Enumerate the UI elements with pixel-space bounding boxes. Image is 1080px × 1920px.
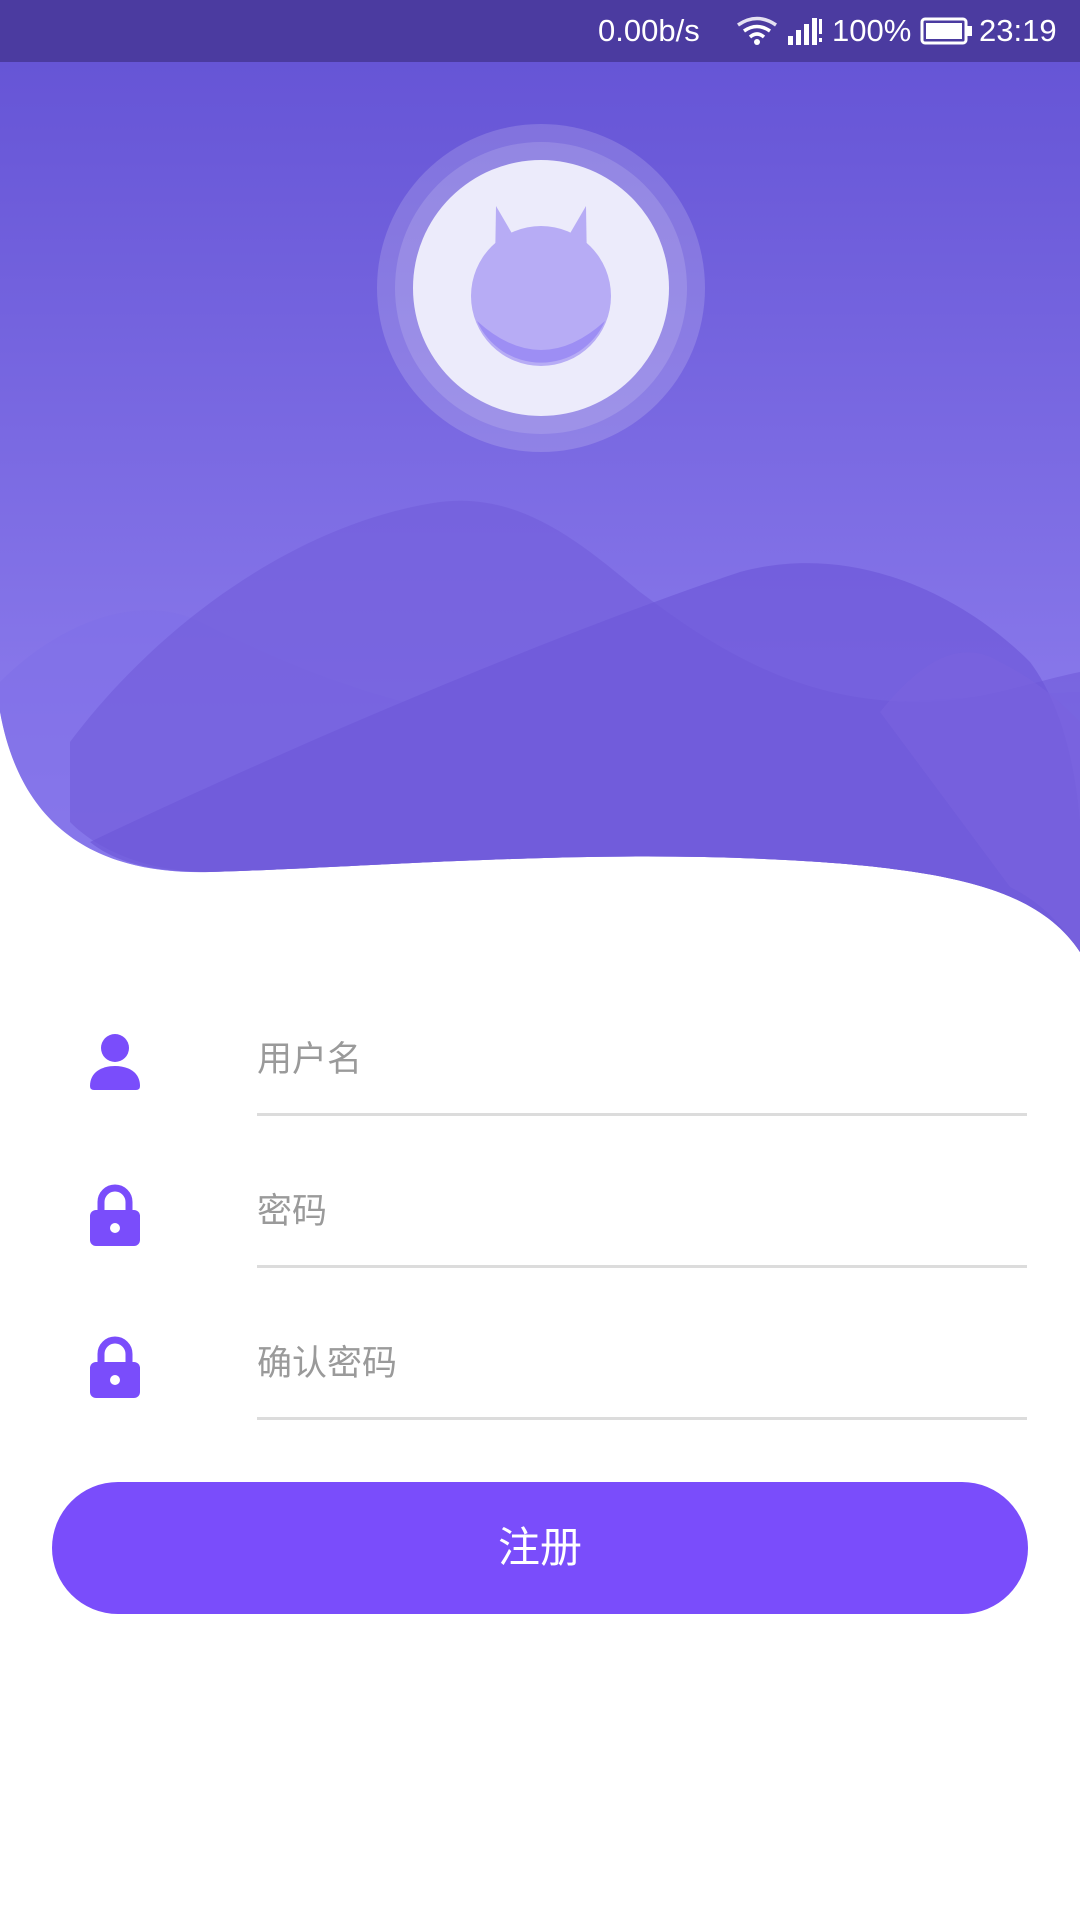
password-row — [0, 1152, 1080, 1272]
wifi-icon — [737, 16, 777, 45]
battery-percent: 100% — [832, 13, 912, 48]
confirm-password-input[interactable] — [257, 1324, 1027, 1404]
username-input[interactable] — [257, 1020, 1027, 1100]
username-underline — [257, 1113, 1027, 1116]
person-icon — [90, 1034, 140, 1090]
battery-full-icon — [920, 17, 972, 45]
cellular-signal-icon — [788, 18, 822, 45]
password-underline — [257, 1265, 1027, 1268]
lock-icon — [90, 1336, 140, 1398]
password-input[interactable] — [257, 1172, 1027, 1252]
lock-icon — [90, 1184, 140, 1246]
clock-time: 23:19 — [979, 13, 1057, 48]
network-speed: 0.00b/s — [598, 13, 700, 48]
confirm-password-row — [0, 1304, 1080, 1424]
status-bar: 0.00b/s 100% 23:19 — [0, 0, 1080, 62]
register-button[interactable]: 注册 — [52, 1482, 1028, 1614]
cat-head-logo-icon — [377, 124, 705, 452]
username-row — [0, 1000, 1080, 1120]
confirm-password-underline — [257, 1417, 1027, 1420]
